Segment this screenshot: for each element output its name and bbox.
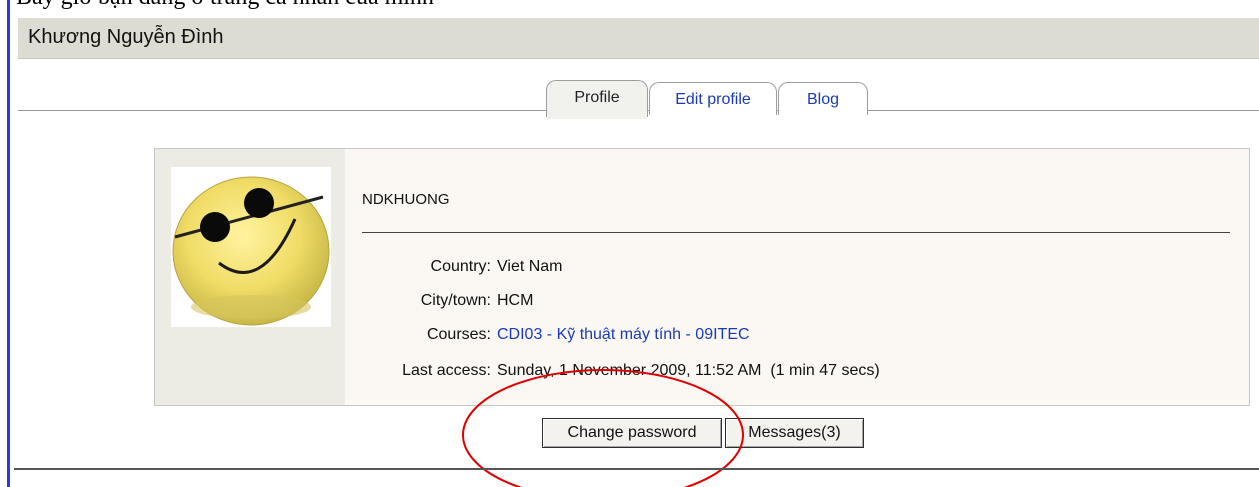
username-divider <box>362 232 1230 233</box>
bottom-divider <box>14 468 1259 470</box>
courses-label: Courses: <box>426 326 491 343</box>
messages-button[interactable]: Messages(3) <box>725 418 864 448</box>
course-link[interactable]: CDI03 - Kỹ thuật máy tính - 09ITEC <box>497 326 750 344</box>
page-title: Khương Nguyễn Đình <box>28 26 224 48</box>
last-access-value: Sunday, 1 November 2009, 11:52 AM (1 min… <box>497 362 880 379</box>
city-value: HCM <box>497 292 534 309</box>
country-value: Viet Nam <box>497 258 563 275</box>
change-password-button[interactable]: Change password <box>542 418 722 448</box>
city-label: City/town: <box>420 292 491 309</box>
tab-edit-profile[interactable]: Edit profile <box>649 82 777 115</box>
country-label: Country: <box>430 258 491 275</box>
tab-profile[interactable]: Profile <box>546 80 648 119</box>
page-header: Khương Nguyễn Đình <box>18 18 1259 59</box>
left-border <box>7 0 10 487</box>
smiley-sunglasses-icon <box>171 167 331 327</box>
last-access-label: Last access: <box>402 362 491 379</box>
tab-blog[interactable]: Blog <box>778 82 868 115</box>
username: NDKHUONG <box>362 191 450 208</box>
avatar-column <box>155 149 345 405</box>
top-caption: Bây giờ bạn đang ở trang cá nhân của mìn… <box>16 0 434 11</box>
